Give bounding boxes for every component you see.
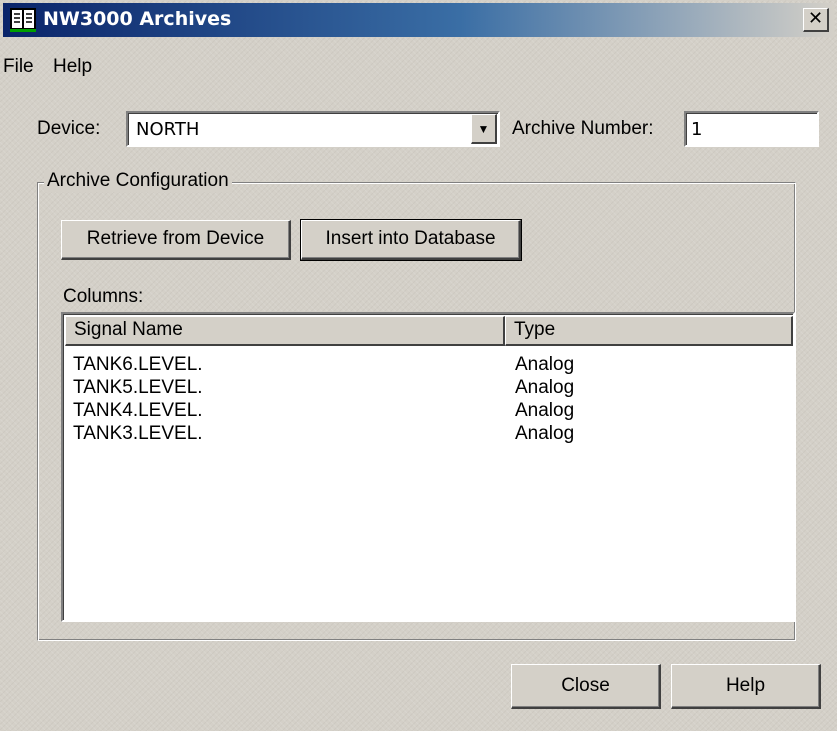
archives-window: NW3000 Archives ✕ File Help Device: NORT… bbox=[0, 0, 837, 731]
signal-name-cell: TANK5.LEVEL. bbox=[73, 377, 203, 398]
menu-file[interactable]: File bbox=[3, 56, 34, 78]
close-icon: ✕ bbox=[807, 8, 824, 29]
archive-number-label: Archive Number: bbox=[512, 118, 654, 139]
device-combobox[interactable]: NORTH ▼ bbox=[126, 111, 500, 147]
window-close-button[interactable]: ✕ bbox=[803, 8, 829, 32]
signal-name-cell: TANK3.LEVEL. bbox=[73, 423, 203, 444]
title-bar[interactable]: NW3000 Archives ✕ bbox=[3, 3, 834, 37]
signal-name-cell: TANK4.LEVEL. bbox=[73, 400, 203, 421]
archive-configuration-title: Archive Configuration bbox=[44, 170, 232, 192]
column-header-signal-name[interactable]: Signal Name bbox=[65, 316, 505, 346]
table-row[interactable]: TANK3.LEVEL. Analog bbox=[63, 423, 793, 446]
columns-label: Columns: bbox=[63, 286, 144, 307]
close-button[interactable]: Close bbox=[511, 664, 661, 709]
table-row[interactable]: TANK5.LEVEL. Analog bbox=[63, 377, 793, 400]
signal-name-cell: TANK6.LEVEL. bbox=[73, 354, 203, 375]
menu-help[interactable]: Help bbox=[53, 56, 92, 78]
chevron-down-icon: ▼ bbox=[477, 122, 490, 136]
device-label: Device: bbox=[37, 118, 101, 139]
device-value: NORTH bbox=[136, 119, 200, 140]
device-dropdown-button[interactable]: ▼ bbox=[471, 114, 497, 144]
table-row[interactable]: TANK4.LEVEL. Analog bbox=[63, 400, 793, 423]
type-cell: Analog bbox=[515, 400, 575, 421]
archive-number-input[interactable]: 1 bbox=[684, 111, 819, 147]
column-header-type[interactable]: Type bbox=[505, 316, 793, 346]
type-cell: Analog bbox=[515, 354, 575, 375]
window-title: NW3000 Archives bbox=[43, 8, 232, 30]
book-icon bbox=[10, 8, 36, 32]
type-cell: Analog bbox=[515, 377, 575, 398]
columns-table[interactable]: Signal Name Type TANK6.LEVEL. Analog TAN… bbox=[61, 312, 795, 622]
type-cell: Analog bbox=[515, 423, 575, 444]
retrieve-from-device-button[interactable]: Retrieve from Device bbox=[61, 220, 291, 260]
help-button[interactable]: Help bbox=[671, 664, 821, 709]
table-row[interactable]: TANK6.LEVEL. Analog bbox=[63, 354, 793, 377]
archive-number-value: 1 bbox=[691, 119, 703, 140]
insert-into-database-button[interactable]: Insert into Database bbox=[300, 219, 522, 261]
